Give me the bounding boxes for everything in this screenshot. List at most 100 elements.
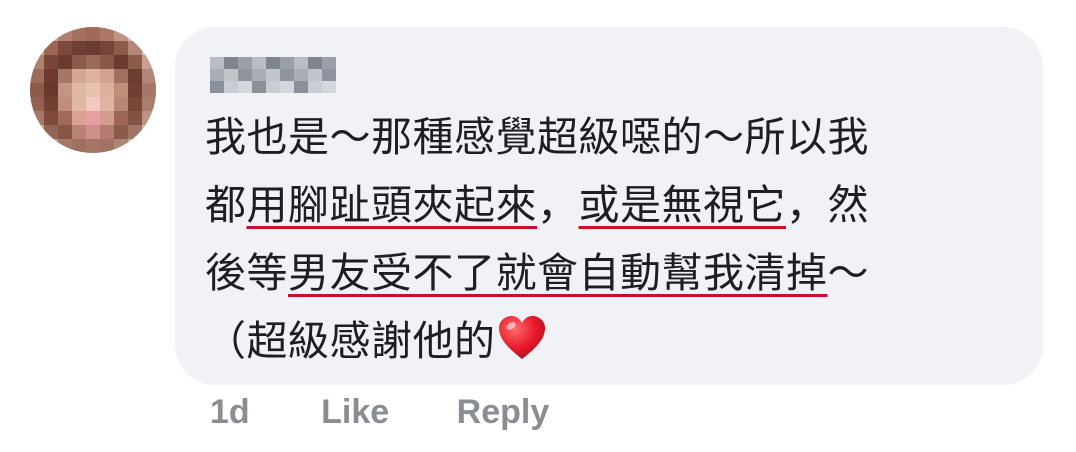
- avatar-pixel: [114, 27, 128, 41]
- avatar-pixel: [86, 83, 100, 97]
- avatar-pixel: [128, 83, 142, 97]
- avatar-pixel: [142, 139, 156, 153]
- text-segment: ，: [537, 181, 579, 229]
- avatar-pixel: [58, 27, 72, 41]
- avatar-pixel: [114, 55, 128, 69]
- avatar-pixel: [72, 27, 86, 41]
- comment-line-4: （超級感謝他的: [205, 307, 985, 375]
- avatar-pixel: [114, 139, 128, 153]
- avatar-pixel: [86, 69, 100, 83]
- avatar-pixel: [114, 41, 128, 55]
- avatar-pixel: [30, 125, 44, 139]
- author-name-pixel: [210, 69, 224, 81]
- avatar-pixel: [100, 139, 114, 153]
- author-name-pixel: [252, 81, 266, 93]
- avatar-pixel: [72, 139, 86, 153]
- underlined-segment: 用腳趾頭夾起來: [246, 181, 537, 229]
- avatar-pixel: [114, 125, 128, 139]
- avatar-pixel: [58, 69, 72, 83]
- avatar-pixel: [58, 139, 72, 153]
- avatar-pixel: [128, 139, 142, 153]
- author-name-redacted[interactable]: [210, 57, 336, 95]
- avatar-pixel: [30, 97, 44, 111]
- author-name-pixel: [294, 69, 308, 81]
- author-name-pixel: [308, 81, 322, 93]
- text-segment: ～: [827, 249, 869, 297]
- avatar-pixel: [142, 27, 156, 41]
- author-name-pixel: [224, 57, 238, 69]
- avatar-pixel: [100, 97, 114, 111]
- avatar-pixel: [44, 125, 58, 139]
- avatar-pixel: [142, 69, 156, 83]
- avatar-pixel: [142, 83, 156, 97]
- avatar-pixel: [114, 97, 128, 111]
- heart-emoji-icon: [498, 316, 545, 359]
- author-name-pixel: [322, 81, 336, 93]
- avatar-pixel: [114, 69, 128, 83]
- avatar-pixel: [86, 111, 100, 125]
- author-name-pixel: [280, 69, 294, 81]
- comment: 我也是～那種感覺超級噁的～所以我 都用腳趾頭夾起來，或是無視它，然 後等男友受不…: [0, 0, 1076, 452]
- author-name-pixel: [266, 81, 280, 93]
- avatar-pixel: [100, 83, 114, 97]
- author-name-pixel: [224, 69, 238, 81]
- avatar-pixel: [100, 69, 114, 83]
- timestamp-link[interactable]: 1d: [210, 393, 250, 431]
- text-segment: （超級感謝他的: [205, 317, 496, 365]
- text-segment: 我也是～那種感覺超級噁的～所以我: [205, 113, 869, 161]
- author-name-pixel: [210, 57, 224, 69]
- avatar-pixel: [128, 41, 142, 55]
- avatar-pixel: [30, 41, 44, 55]
- avatar-pixel: [72, 69, 86, 83]
- avatar-pixel: [128, 125, 142, 139]
- comment-text: 我也是～那種感覺超級噁的～所以我 都用腳趾頭夾起來，或是無視它，然 後等男友受不…: [205, 103, 985, 375]
- text-segment: 都: [205, 181, 247, 229]
- avatar-pixel: [58, 125, 72, 139]
- avatar-pixel: [72, 125, 86, 139]
- avatar-pixel: [128, 69, 142, 83]
- author-name-pixel: [280, 81, 294, 93]
- author-name-pixel: [266, 69, 280, 81]
- author-name-pixel: [294, 81, 308, 93]
- avatar-pixel: [86, 97, 100, 111]
- like-button[interactable]: Like: [321, 393, 389, 431]
- avatar-pixel: [72, 41, 86, 55]
- underlined-segment: 或是無視它: [578, 181, 786, 229]
- avatar-pixel: [100, 55, 114, 69]
- avatar-pixel: [142, 125, 156, 139]
- author-name-pixel: [322, 57, 336, 69]
- avatar-pixel: [58, 97, 72, 111]
- avatar-pixel: [100, 111, 114, 125]
- avatar-pixel: [142, 41, 156, 55]
- comment-actions: 1d Like Reply: [210, 393, 607, 432]
- avatar-pixel: [58, 111, 72, 125]
- avatar-pixel: [100, 27, 114, 41]
- author-name-pixel: [266, 57, 280, 69]
- avatar-pixel: [114, 83, 128, 97]
- avatar-pixel: [100, 125, 114, 139]
- avatar-pixel: [58, 41, 72, 55]
- avatar-pixel: [128, 55, 142, 69]
- author-name-pixel: [238, 69, 252, 81]
- avatar-pixel: [86, 55, 100, 69]
- author-name-pixel: [238, 81, 252, 93]
- author-name-pixel: [308, 69, 322, 81]
- avatar-pixel: [72, 55, 86, 69]
- underlined-segment: 男友受不了就會自動幫我清掉: [288, 249, 828, 297]
- comment-line-2: 都用腳趾頭夾起來，或是無視它，然: [205, 171, 985, 239]
- avatar-pixel: [30, 27, 44, 41]
- avatar-pixel: [30, 139, 44, 153]
- avatar-pixel: [86, 27, 100, 41]
- author-name-pixel: [280, 57, 294, 69]
- avatar-pixel: [142, 111, 156, 125]
- reply-button[interactable]: Reply: [457, 393, 550, 431]
- avatar-pixel: [44, 55, 58, 69]
- avatar-pixel: [58, 83, 72, 97]
- avatar-pixel: [128, 97, 142, 111]
- avatar-pixel: [114, 111, 128, 125]
- author-name-pixel: [308, 57, 322, 69]
- avatar-pixel: [44, 111, 58, 125]
- comment-line-1: 我也是～那種感覺超級噁的～所以我: [205, 103, 985, 171]
- avatar-pixel: [58, 55, 72, 69]
- avatar[interactable]: [30, 27, 156, 153]
